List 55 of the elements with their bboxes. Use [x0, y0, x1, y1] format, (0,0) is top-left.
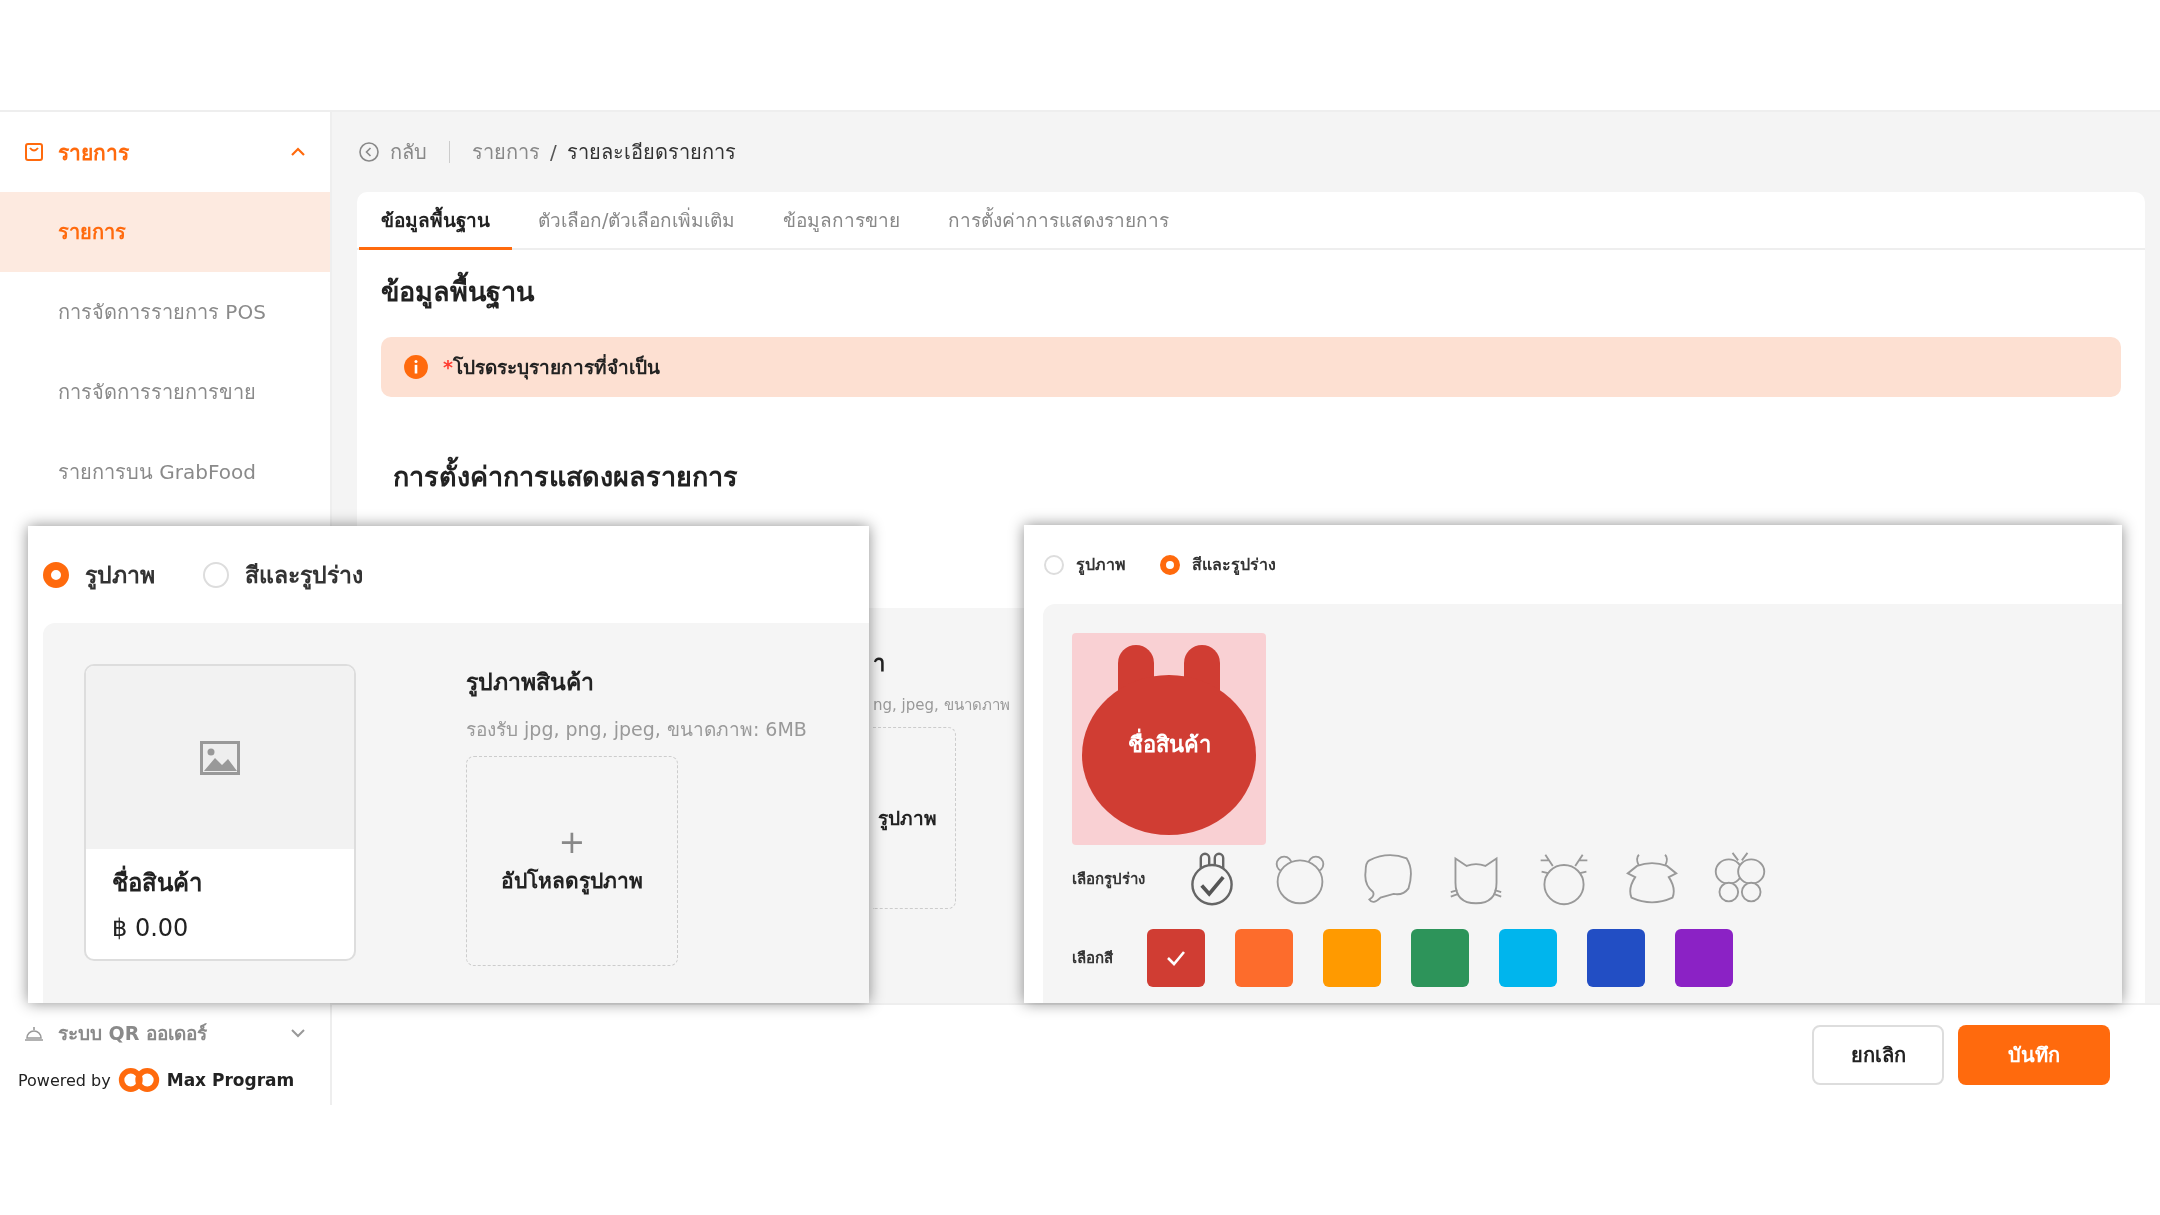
radio-label[interactable]: รูปภาพ — [1076, 552, 1126, 577]
shape-label: เลือกรูปร่าง — [1072, 869, 1146, 891]
preview-label: ชื่อสินค้า — [1072, 727, 1266, 762]
save-button[interactable]: บันทึก — [1958, 1025, 2110, 1085]
upload-hint: รองรับ jpg, png, jpeg, ขนาดภาพ: 6MB — [466, 717, 807, 742]
image-placeholder-icon — [200, 740, 240, 775]
sidebar-item[interactable]: รายการบน GrabFood — [0, 432, 330, 512]
color-swatch[interactable] — [1235, 929, 1293, 987]
powered-by-text: Powered by — [18, 1070, 111, 1090]
section-title: การตั้งค่าการแสดงผลรายการ — [393, 455, 2121, 498]
radio-button[interactable] — [43, 561, 69, 588]
color-swatch[interactable] — [1411, 929, 1469, 987]
breadcrumb-current: รายละเอียดรายการ — [566, 139, 736, 166]
radio-label[interactable]: รูปภาพ — [85, 556, 155, 593]
chevron-icon[interactable] — [290, 1028, 306, 1038]
breadcrumb-link[interactable]: รายการ — [472, 136, 540, 168]
brand-name: Max Program — [166, 1070, 295, 1090]
sidebar-item[interactable]: การจัดการรายการขาย — [0, 352, 330, 432]
logo-icon — [116, 1066, 161, 1094]
plus-sign: + — [558, 825, 586, 858]
tab[interactable]: ข้อมูลพื้นฐาน — [359, 192, 512, 250]
back-icon[interactable] — [358, 141, 380, 163]
color-swatch[interactable] — [1587, 929, 1645, 987]
breadcrumb-separator: / — [550, 140, 557, 164]
sidebar-item[interactable]: รายการ — [0, 192, 330, 272]
sidebar-item[interactable]: การจัดการรายการ POS — [0, 272, 330, 352]
info-icon — [403, 354, 429, 380]
color-swatch[interactable] — [1499, 929, 1557, 987]
radio-label[interactable]: สีและรูปร่าง — [245, 556, 363, 593]
upload-title: รูปภาพสินค้า — [466, 668, 594, 699]
check-icon — [1166, 950, 1186, 966]
upload-button[interactable]: + อัปโหลดรูปภาพ — [466, 756, 678, 966]
chevron-icon[interactable] — [290, 147, 306, 157]
sidebar-section-title[interactable]: ระบบ QR ออเดอร์ — [58, 1018, 276, 1048]
product-name: ชื่อสินค้า — [112, 863, 328, 902]
product-price: ฿ 0.00 — [112, 914, 190, 942]
upload-title: า — [873, 650, 885, 678]
cancel-button[interactable]: ยกเลิก — [1812, 1025, 1944, 1085]
tab[interactable]: ข้อมูลการขาย — [761, 192, 923, 250]
back-link[interactable]: กลับ — [390, 136, 427, 168]
sidebar-section-title[interactable]: รายการ — [58, 135, 276, 169]
color-swatch[interactable] — [1675, 929, 1733, 987]
section-title: ข้อมูลพื้นฐาน — [381, 270, 2121, 313]
tab[interactable]: การตั้งค่าการแสดงรายการ — [926, 192, 1192, 250]
color-label: เลือกสี — [1072, 948, 1114, 969]
radio-label[interactable]: สีและรูปร่าง — [1192, 552, 1276, 577]
upload-label: อัปโหลดรูปภาพ — [501, 867, 643, 897]
upload-hint: ng, jpeg, ขนาดภาพ — [873, 695, 1010, 716]
color-swatch[interactable] — [1147, 929, 1205, 987]
bag-icon — [24, 142, 44, 162]
color-swatch[interactable] — [1323, 929, 1381, 987]
tab[interactable]: ตัวเลือก/ตัวเลือกเพิ่มเติม — [516, 192, 758, 250]
radio-button[interactable] — [1160, 554, 1180, 575]
upload-button[interactable]: รูปภาพ — [873, 727, 956, 909]
alert-text: *โปรดระบุรายการที่จำเป็น — [443, 353, 660, 382]
